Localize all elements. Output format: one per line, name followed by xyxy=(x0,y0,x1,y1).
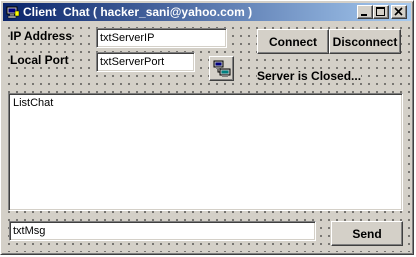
network-settings-button[interactable] xyxy=(209,56,234,81)
ip-address-label: IP Address xyxy=(10,29,73,43)
minimize-button[interactable] xyxy=(357,5,373,19)
client-chat-window: Client Chat ( hacker_sani@yahoo.com ) IP… xyxy=(0,0,414,255)
connect-button[interactable]: Connect xyxy=(257,29,329,54)
server-status-text: Server is Closed... xyxy=(257,69,362,83)
server-ip-input[interactable] xyxy=(96,28,227,48)
disconnect-button[interactable]: Disconnect xyxy=(329,29,401,54)
network-computers-icon xyxy=(213,60,231,77)
local-port-label: Local Port xyxy=(10,53,69,67)
chat-app-icon[interactable] xyxy=(6,5,20,19)
maximize-icon xyxy=(376,7,385,16)
minimize-icon xyxy=(361,14,367,16)
send-button[interactable]: Send xyxy=(331,221,403,246)
form-client-area: IP Address Local Port Connect Disconnect… xyxy=(3,22,411,252)
server-port-input[interactable] xyxy=(96,52,195,72)
window-title: Client Chat ( hacker_sani@yahoo.com ) xyxy=(23,5,253,19)
title-bar[interactable]: Client Chat ( hacker_sani@yahoo.com ) xyxy=(3,3,411,21)
maximize-button[interactable] xyxy=(373,5,389,19)
chat-list-box[interactable]: ListChat xyxy=(8,93,403,211)
chat-list-item[interactable]: ListChat xyxy=(13,97,53,109)
message-input[interactable] xyxy=(9,221,316,241)
close-button[interactable] xyxy=(391,5,407,19)
close-icon xyxy=(394,7,403,16)
